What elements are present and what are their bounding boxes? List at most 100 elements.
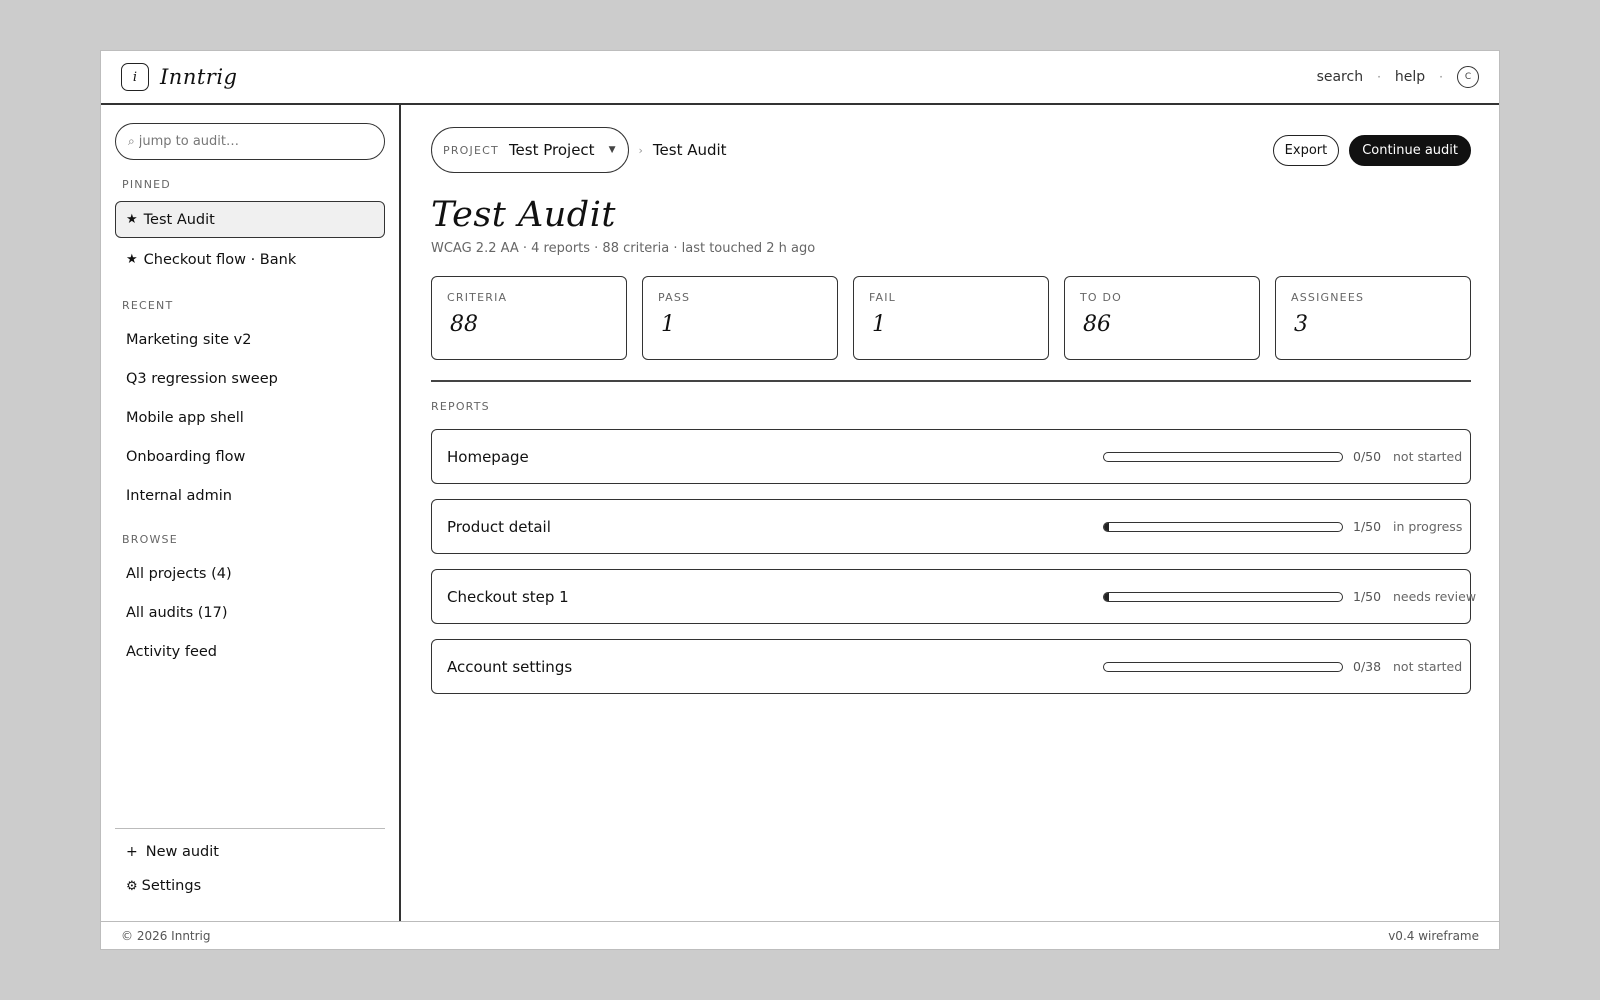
- sidebar-item-internal-admin[interactable]: Internal admin: [115, 478, 385, 515]
- sidebar-item-marketing-site[interactable]: Marketing site v2: [115, 322, 385, 359]
- nav-separator: ·: [1439, 70, 1443, 84]
- report-name: Account settings: [447, 657, 573, 676]
- sidebar-item-mobile-app-shell[interactable]: Mobile app shell: [115, 400, 385, 437]
- logo-icon[interactable]: i: [121, 63, 149, 91]
- sidebar: ⌕ PINNED ★ Test Audit ★ Checkout flow · …: [101, 105, 401, 921]
- report-progress-group: 1/50 needs review: [1103, 589, 1477, 604]
- sidebar-item-checkout-flow-bank[interactable]: ★ Checkout flow · Bank: [115, 241, 385, 278]
- pinned-section-label: PINNED: [122, 178, 171, 191]
- report-name: Homepage: [447, 447, 529, 466]
- sidebar-item-q3-regression[interactable]: Q3 regression sweep: [115, 361, 385, 398]
- section-divider: [431, 380, 1471, 382]
- stat-card-pass: PASS 1: [642, 276, 838, 360]
- settings-label: Settings: [141, 878, 202, 894]
- app-window: i Inntrig search · help · C ⌕ PINNED ★ T…: [100, 50, 1500, 950]
- body: ⌕ PINNED ★ Test Audit ★ Checkout flow · …: [101, 105, 1499, 921]
- progress-bar: [1103, 451, 1343, 462]
- report-row-account-settings[interactable]: Account settings 0/38 not started: [431, 639, 1471, 694]
- report-count: 1/50: [1353, 519, 1382, 534]
- stat-card-to-do: TO DO 86: [1064, 276, 1260, 360]
- page-meta: WCAG 2.2 AA · 4 reports · 88 criteria · …: [431, 241, 816, 256]
- recent-list: Marketing site v2 Q3 regression sweep Mo…: [115, 322, 385, 517]
- progress-bar: [1103, 661, 1343, 672]
- recent-section-label: RECENT: [122, 299, 174, 312]
- stat-label: ASSIGNEES: [1291, 291, 1365, 304]
- star-icon: ★: [126, 252, 138, 267]
- stat-value: 3: [1294, 312, 1308, 337]
- report-row-product-detail[interactable]: Product detail 1/50 in progress: [431, 499, 1471, 554]
- report-status: needs review: [1393, 589, 1477, 604]
- sidebar-search[interactable]: ⌕: [115, 123, 385, 160]
- sidebar-item-test-audit[interactable]: ★ Test Audit: [115, 201, 385, 238]
- sidebar-item-activity-feed[interactable]: Activity feed: [115, 634, 385, 671]
- project-selector[interactable]: PROJECT Test Project ▼: [431, 127, 629, 173]
- stat-label: PASS: [658, 291, 691, 304]
- continue-audit-button[interactable]: Continue audit: [1349, 134, 1471, 166]
- sidebar-item-label: Checkout flow · Bank: [143, 251, 297, 268]
- plus-icon: +: [126, 844, 138, 860]
- breadcrumb: PROJECT Test Project ▼ › Test Audit Expo…: [431, 127, 1471, 173]
- stat-label: FAIL: [869, 291, 897, 304]
- user-avatar[interactable]: C: [1457, 66, 1479, 88]
- report-status: in progress: [1393, 519, 1463, 534]
- project-selector-value: Test Project: [508, 141, 595, 159]
- browse-section-label: BROWSE: [122, 533, 178, 546]
- report-count: 0/38: [1353, 659, 1382, 674]
- nav-separator: ·: [1377, 70, 1381, 84]
- report-progress-group: 0/50 not started: [1103, 449, 1463, 464]
- progress-bar: [1103, 521, 1343, 532]
- footer: © 2026 Inntrig v0.4 wireframe: [101, 921, 1499, 949]
- browse-list: All projects (4) All audits (17) Activit…: [115, 556, 385, 673]
- report-name: Checkout step 1: [447, 587, 569, 606]
- breadcrumb-current: Test Audit: [652, 141, 727, 159]
- help-link[interactable]: help: [1395, 69, 1425, 85]
- report-count: 0/50: [1353, 449, 1382, 464]
- top-nav: search · help · C: [1317, 66, 1479, 88]
- report-row-checkout-step-1[interactable]: Checkout step 1 1/50 needs review: [431, 569, 1477, 624]
- report-name: Product detail: [447, 517, 551, 536]
- stat-value: 1: [872, 312, 886, 337]
- report-progress-group: 1/50 in progress: [1103, 519, 1463, 534]
- search-link[interactable]: search: [1317, 69, 1364, 85]
- stats-row: CRITERIA 88 PASS 1 FAIL 1 TO DO 86 ASSIG…: [431, 276, 1471, 360]
- search-icon: ⌕: [128, 134, 135, 148]
- export-button[interactable]: Export: [1272, 134, 1340, 166]
- sidebar-footer: + New audit ⚙ Settings: [115, 828, 385, 903]
- stat-value: 86: [1083, 312, 1111, 337]
- pinned-list: ★ Test Audit ★ Checkout flow · Bank: [115, 201, 385, 281]
- jump-to-audit-input[interactable]: [138, 134, 339, 149]
- copyright: © 2026 Inntrig: [121, 928, 211, 943]
- new-audit-button[interactable]: + New audit: [115, 835, 385, 869]
- report-status: not started: [1393, 449, 1463, 464]
- progress-bar: [1103, 591, 1343, 602]
- progress-fill: [1104, 592, 1109, 601]
- top-bar: i Inntrig search · help · C: [101, 51, 1499, 105]
- report-progress-group: 0/38 not started: [1103, 659, 1463, 674]
- report-status: not started: [1393, 659, 1463, 674]
- caret-down-icon: ▼: [608, 145, 616, 155]
- brand-name[interactable]: Inntrig: [160, 65, 237, 89]
- gear-icon: ⚙: [126, 878, 138, 894]
- sidebar-item-onboarding-flow[interactable]: Onboarding flow: [115, 439, 385, 476]
- page-actions: Export Continue audit: [1272, 134, 1471, 166]
- progress-fill: [1104, 522, 1109, 531]
- stat-label: TO DO: [1080, 291, 1123, 304]
- report-count: 1/50: [1353, 589, 1382, 604]
- stat-label: CRITERIA: [447, 291, 508, 304]
- main-content: PROJECT Test Project ▼ › Test Audit Expo…: [401, 105, 1499, 921]
- sidebar-item-label: Test Audit: [143, 211, 215, 228]
- star-icon: ★: [126, 212, 138, 227]
- settings-button[interactable]: ⚙ Settings: [115, 869, 385, 903]
- stat-card-assignees: ASSIGNEES 3: [1275, 276, 1471, 360]
- sidebar-item-all-audits[interactable]: All audits (17): [115, 595, 385, 632]
- sidebar-item-all-projects[interactable]: All projects (4): [115, 556, 385, 593]
- stat-value: 1: [661, 312, 675, 337]
- chevron-right-icon: ›: [638, 143, 643, 157]
- project-selector-label: PROJECT: [443, 143, 499, 157]
- stat-value: 88: [450, 312, 478, 337]
- stat-card-criteria: CRITERIA 88: [431, 276, 627, 360]
- page-title: Test Audit: [431, 195, 616, 235]
- reports-section-label: REPORTS: [431, 400, 490, 413]
- report-row-homepage[interactable]: Homepage 0/50 not started: [431, 429, 1471, 484]
- stat-card-fail: FAIL 1: [853, 276, 1049, 360]
